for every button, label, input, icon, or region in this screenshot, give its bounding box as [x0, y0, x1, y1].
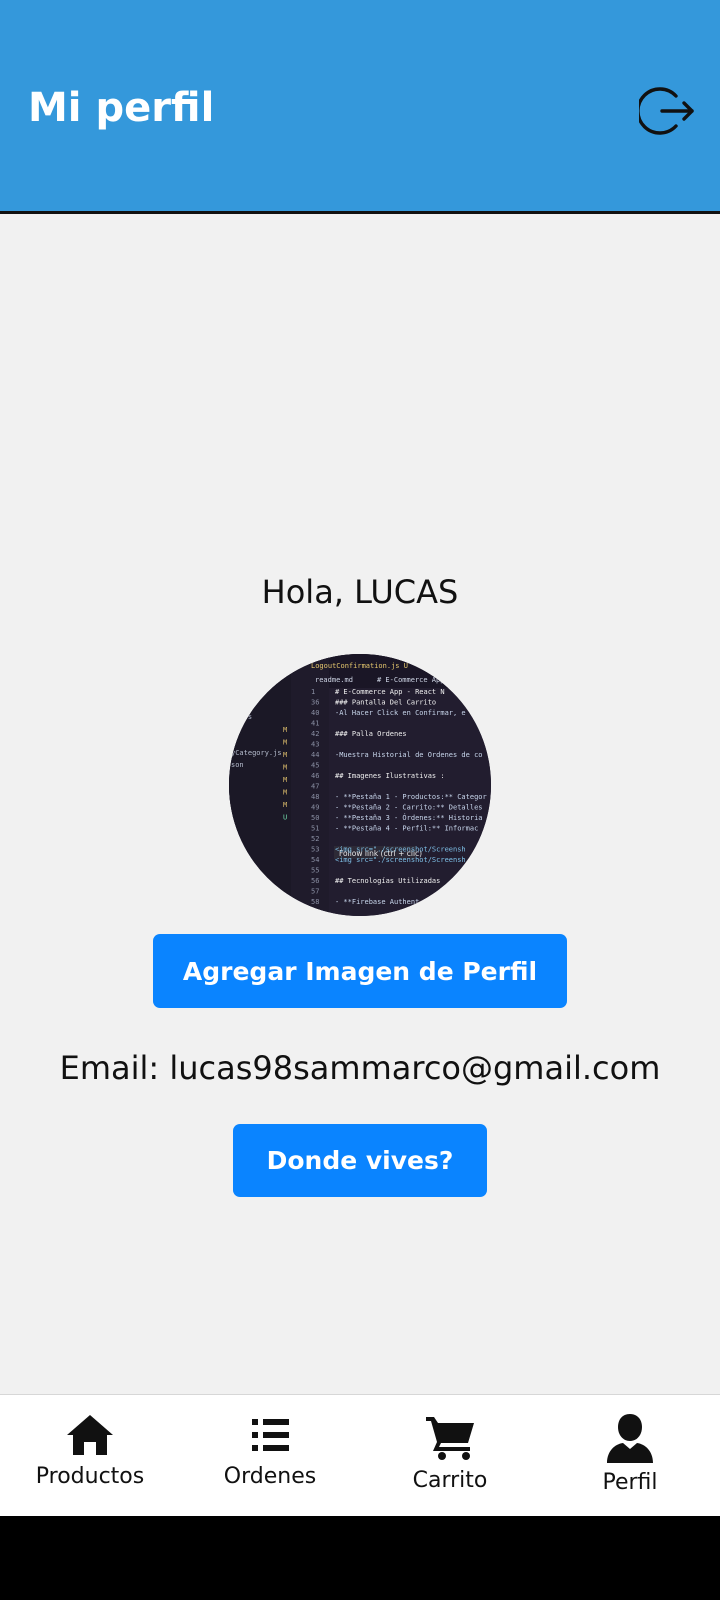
avatar-line-number: 55 [311, 867, 319, 875]
avatar-code-line: ## Tecnologías Utilizadas [335, 877, 440, 885]
avatar-line-number: 46 [311, 772, 319, 780]
avatar-git-mark: M [283, 726, 287, 734]
avatar-line-number: 47 [311, 783, 319, 791]
avatar-code-line: - **Pestaña 1 - Productos:** Categor [335, 793, 487, 801]
avatar-photo: Follow link (ctrl + clic) LogoutConfirma… [229, 654, 491, 916]
avatar-line-number: 57 [311, 888, 319, 896]
nav-item-perfil[interactable]: Perfil [540, 1395, 720, 1516]
avatar-line-number: 43 [311, 741, 319, 749]
avatar-line-number: 58 [311, 898, 319, 906]
avatar-line-number: 56 [311, 877, 319, 885]
avatar-code-line: - **Firebase Authent [335, 898, 419, 906]
profile-avatar: Follow link (ctrl + clic) LogoutConfirma… [229, 654, 491, 916]
nav-item-carrito[interactable]: Carrito [360, 1395, 540, 1516]
avatar-line-number: 48 [311, 793, 319, 801]
logout-button[interactable] [638, 82, 696, 140]
avatar-line-number: 53 [311, 846, 319, 854]
avatar-code-line: - **Pestaña 4 - Perfil:** Informac [335, 825, 478, 833]
avatar-line-number: 42 [311, 730, 319, 738]
avatar-code-line: <img src="./screenshot/Screensh [335, 856, 466, 864]
avatar-code-line: ### Pantalla Del Carrito [335, 699, 436, 707]
avatar-tab-text: # E-Commerce App [377, 676, 444, 684]
bottom-navigation: Productos Ordenes Carrito Perfil [0, 1394, 720, 1516]
avatar-sidebar-file: son [231, 761, 244, 769]
add-profile-image-button[interactable]: Agregar Imagen de Perfil [153, 934, 567, 1008]
page-title: Mi perfil [28, 85, 215, 131]
profile-content: Hola, LUCAS Follow link (ctrl + clic) Lo… [0, 214, 720, 1394]
app-header: Mi perfil [0, 0, 720, 214]
system-navigation-bar [0, 1516, 720, 1600]
avatar-tab-text: LogoutConfirmation.js U [311, 662, 408, 670]
avatar-line-number: 52 [311, 835, 319, 843]
logout-icon [639, 87, 694, 135]
avatar-line-number: 44 [311, 751, 319, 759]
avatar-code-line: # E-Commerce App - React N [335, 688, 445, 696]
avatar-git-mark: M [283, 776, 287, 784]
avatar-code-line: <img src="./screenshot/Screensh [335, 846, 466, 854]
avatar-line-number: 49 [311, 804, 319, 812]
avatar-code-line: - **Pestaña 2 - Carrito:** Detalles [335, 804, 483, 812]
avatar-code-line: -Al Hacer Click en Confirmar, e [335, 709, 466, 717]
nav-label-perfil: Perfil [602, 1470, 658, 1495]
avatar-code-line: ## Imagenes Ilustrativas : [335, 772, 445, 780]
avatar-code-line: -Muestra Historial de Ordenes de co [335, 751, 483, 759]
list-icon [252, 1419, 289, 1451]
avatar-line-number: 54 [311, 856, 319, 864]
avatar-line-number: 45 [311, 762, 319, 770]
avatar-sidebar-file: ailjs [231, 713, 252, 721]
avatar-git-mark: M [283, 751, 287, 759]
greeting-text: Hola, LUCAS [261, 573, 459, 611]
avatar-git-mark: M [283, 801, 287, 809]
avatar-code-line: - **Pestaña 3 - Órdenes:** Historia [335, 813, 483, 822]
nav-label-productos: Productos [35, 1464, 145, 1489]
avatar-line-number: 51 [311, 825, 319, 833]
avatar-git-mark: M [283, 739, 287, 747]
avatar-line-number: 41 [311, 720, 319, 728]
avatar-line-number: 50 [311, 814, 319, 822]
avatar-line-number: 40 [311, 709, 319, 717]
person-icon [607, 1414, 653, 1463]
avatar-tab-text: readme.md [315, 676, 353, 684]
nav-item-ordenes[interactable]: Ordenes [180, 1395, 360, 1516]
where-do-you-live-button[interactable]: Donde vives? [233, 1124, 487, 1197]
avatar-git-mark: U [283, 814, 287, 822]
email-text: Email: lucas98sammarco@gmail.com [59, 1049, 661, 1087]
avatar-sidebar-file: yCategory.js [231, 749, 282, 757]
home-icon [67, 1415, 113, 1455]
avatar-git-mark: M [283, 789, 287, 797]
avatar-line-number: 36 [311, 699, 319, 707]
nav-label-ordenes: Ordenes [223, 1464, 317, 1489]
nav-item-productos[interactable]: Productos [0, 1395, 180, 1516]
cart-icon [426, 1417, 474, 1460]
avatar-git-mark: M [283, 764, 287, 772]
avatar-code-line: ### Palla Ordenes [335, 730, 407, 738]
nav-label-carrito: Carrito [412, 1468, 488, 1493]
avatar-line-number: 1 [311, 688, 315, 696]
